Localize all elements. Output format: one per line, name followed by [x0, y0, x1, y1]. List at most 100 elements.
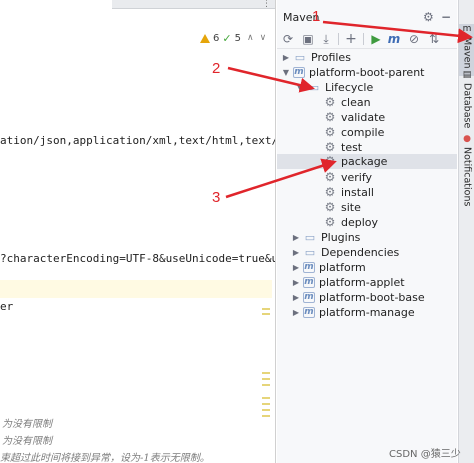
goal-deploy[interactable]: ⚙ deploy	[323, 215, 378, 230]
tree-module-platform[interactable]: ▶ m platform	[291, 260, 366, 275]
toggle-offline-icon[interactable]: ⊘	[407, 32, 421, 46]
gear-icon: ⚙	[324, 170, 336, 184]
tree-label: platform-boot-base	[319, 291, 425, 304]
collapse-arrow-icon[interactable]: ▼	[281, 68, 291, 77]
execute-goal-icon[interactable]: m	[387, 32, 401, 46]
maven-icon: m	[462, 24, 472, 34]
download-icon[interactable]: ⤓	[319, 32, 333, 46]
goal-test[interactable]: ⚙ test	[323, 140, 363, 155]
expand-arrow-icon[interactable]: ▶	[281, 53, 291, 62]
minimize-icon[interactable]: −	[441, 10, 451, 24]
folder-icon: ▭	[308, 81, 320, 94]
gear-icon: ⚙	[324, 140, 336, 154]
skip-tests-icon[interactable]: ⇅	[427, 32, 441, 46]
goal-label: validate	[341, 111, 386, 124]
maven-project-icon: m	[293, 67, 305, 78]
comment-line: 束超过此时间将接到异常，设为-1表示无限制。	[0, 453, 210, 463]
stripe-mark[interactable]	[262, 403, 270, 405]
goal-package[interactable]: ⚙ package	[277, 154, 457, 169]
tree-label: Lifecycle	[325, 81, 374, 94]
tree-profiles[interactable]: ▶ ▭ Profiles	[281, 50, 351, 65]
toolbar-separator	[338, 33, 339, 45]
editor-tab[interactable]	[0, 0, 112, 9]
stripe-mark[interactable]	[262, 308, 270, 310]
maven-module-icon: m	[303, 307, 315, 318]
goal-label: install	[341, 186, 374, 199]
tree-label: platform	[319, 261, 366, 274]
tool-tab-database[interactable]: ▤ Database	[459, 70, 474, 128]
goal-label: deploy	[341, 216, 379, 229]
expand-arrow-icon[interactable]: ▶	[291, 263, 301, 272]
goal-label: test	[341, 141, 363, 154]
goal-label: clean	[341, 96, 371, 109]
stripe-mark[interactable]	[262, 313, 270, 315]
maven-toolbar: ⟳ ▣ ⤓ + ▶ m ⊘ ⇅	[277, 29, 457, 49]
goal-verify[interactable]: ⚙ verify	[323, 170, 372, 185]
tree-module-platform-applet[interactable]: ▶ m platform-applet	[291, 275, 405, 290]
goal-install[interactable]: ⚙ install	[323, 185, 374, 200]
warning-icon	[200, 33, 210, 43]
stripe-mark[interactable]	[262, 372, 270, 374]
notification-icon: ●	[463, 134, 471, 144]
tree-module-platform-manage[interactable]: ▶ m platform-manage	[291, 305, 415, 320]
weak-warning-icon: ✓	[222, 31, 232, 45]
tree-label: Plugins	[321, 231, 361, 244]
tree-plugins[interactable]: ▶ ▭ Plugins	[291, 230, 360, 245]
folder-icon: ▭	[304, 231, 316, 244]
tree-label: platform-manage	[319, 306, 415, 319]
stripe-mark[interactable]	[262, 384, 270, 386]
code-line[interactable]: er	[0, 300, 13, 313]
weak-warnings-count: 5	[234, 32, 241, 44]
code-line[interactable]: ?characterEncoding=UTF-8&useUnicode=true…	[0, 252, 275, 265]
expand-arrow-icon[interactable]: ▶	[291, 308, 301, 317]
goal-validate[interactable]: ⚙ validate	[323, 110, 386, 125]
watermark: CSDN @猿三少	[389, 449, 461, 460]
tree-label: Profiles	[311, 51, 351, 64]
add-icon[interactable]: +	[344, 32, 358, 46]
reimport-icon[interactable]: ▣	[301, 32, 315, 46]
run-icon[interactable]: ▶	[369, 32, 383, 46]
maven-module-icon: m	[303, 262, 315, 273]
stripe-mark[interactable]	[262, 397, 270, 399]
error-stripe[interactable]	[262, 0, 275, 463]
code-editor[interactable]: ⋮ 6 ✓ 5 ∧ ∨ ation/json,application/xml,t…	[0, 0, 276, 463]
stripe-mark[interactable]	[262, 415, 270, 417]
expand-arrow-icon[interactable]: ▶	[291, 233, 301, 242]
tool-tab-maven[interactable]: m Maven	[459, 24, 474, 76]
annotation-label-3: 3	[212, 189, 221, 206]
tree-project-root[interactable]: ▼ m platform-boot-parent	[281, 65, 425, 80]
chevron-up-icon[interactable]: ∧	[247, 33, 254, 43]
editor-tab-bar: ⋮	[0, 0, 275, 9]
inspections-widget[interactable]: 6 ✓ 5 ∧ ∨	[200, 30, 266, 46]
tree-lifecycle[interactable]: ▼ ▭ Lifecycle	[295, 80, 373, 95]
tree-label: platform-applet	[319, 276, 405, 289]
gear-icon[interactable]: ⚙	[423, 10, 434, 24]
expand-arrow-icon[interactable]: ▶	[291, 248, 301, 257]
annotation-label-2: 2	[212, 60, 221, 77]
maven-module-icon: m	[303, 292, 315, 303]
goal-compile[interactable]: ⚙ compile	[323, 125, 385, 140]
expand-arrow-icon[interactable]: ▶	[291, 278, 301, 287]
maven-tool-window[interactable]: Maven ⚙ − ⟳ ▣ ⤓ + ▶ m ⊘ ⇅ ▶ ▭ Profiles ▼…	[277, 0, 457, 463]
reload-icon[interactable]: ⟳	[281, 32, 295, 46]
tool-tab-notifications[interactable]: ● Notifications	[459, 134, 474, 206]
comment-line: 为没有限制	[2, 436, 52, 447]
maven-header: Maven ⚙ −	[277, 6, 457, 28]
goal-clean[interactable]: ⚙ clean	[323, 95, 371, 110]
goal-label: compile	[341, 126, 385, 139]
code-line[interactable]: ation/json,application/xml,text/html,tex…	[0, 134, 275, 147]
collapse-arrow-icon[interactable]: ▼	[295, 83, 305, 92]
stripe-mark[interactable]	[262, 409, 270, 411]
comment-line: 为没有限制	[2, 419, 52, 430]
tool-tab-label: Maven	[461, 37, 473, 69]
tree-label: platform-boot-parent	[309, 66, 425, 79]
tree-dependencies[interactable]: ▶ ▭ Dependencies	[291, 245, 399, 260]
gear-icon: ⚙	[324, 200, 336, 214]
expand-arrow-icon[interactable]: ▶	[291, 293, 301, 302]
folder-icon: ▭	[304, 246, 316, 259]
goal-label: package	[341, 155, 388, 168]
folder-icon: ▭	[294, 51, 306, 64]
stripe-mark[interactable]	[262, 378, 270, 380]
goal-site[interactable]: ⚙ site	[323, 200, 361, 215]
tree-module-platform-boot-base[interactable]: ▶ m platform-boot-base	[291, 290, 425, 305]
